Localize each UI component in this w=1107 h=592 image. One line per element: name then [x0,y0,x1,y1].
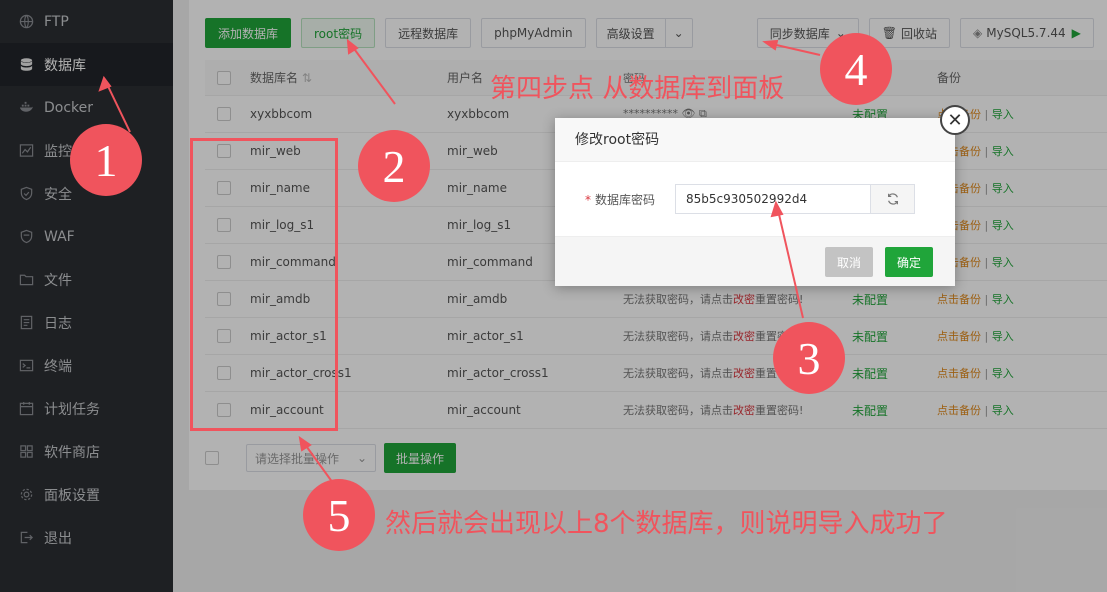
highlight-box [190,138,338,431]
close-icon[interactable]: ✕ [940,105,970,135]
annotation-5: 5 [303,479,375,551]
annotation-1: 1 [70,124,142,196]
annotation-4: 4 [820,33,892,105]
refresh-icon[interactable] [871,184,915,214]
confirm-button[interactable]: 确定 [885,247,934,277]
annotation-step4-text: 第四步点 从数据库到面板 [490,74,785,104]
password-input[interactable]: 85b5c930502992d4 [675,184,871,214]
password-field-row: * 数据库密码 85b5c930502992d4 [585,184,915,214]
dialog-title: 修改root密码 [555,118,955,162]
dialog-footer: 取消 确定 [555,236,955,286]
annotation-2: 2 [358,130,430,202]
annotation-3: 3 [773,322,845,394]
password-label: * 数据库密码 [585,192,656,207]
cancel-button[interactable]: 取消 [825,247,874,277]
annotation-step5-text: 然后就会出现以上8个数据库，则说明导入成功了 [385,509,948,539]
root-password-dialog: 修改root密码 ✕ * 数据库密码 85b5c930502992d4 取消 确定 [555,105,970,286]
